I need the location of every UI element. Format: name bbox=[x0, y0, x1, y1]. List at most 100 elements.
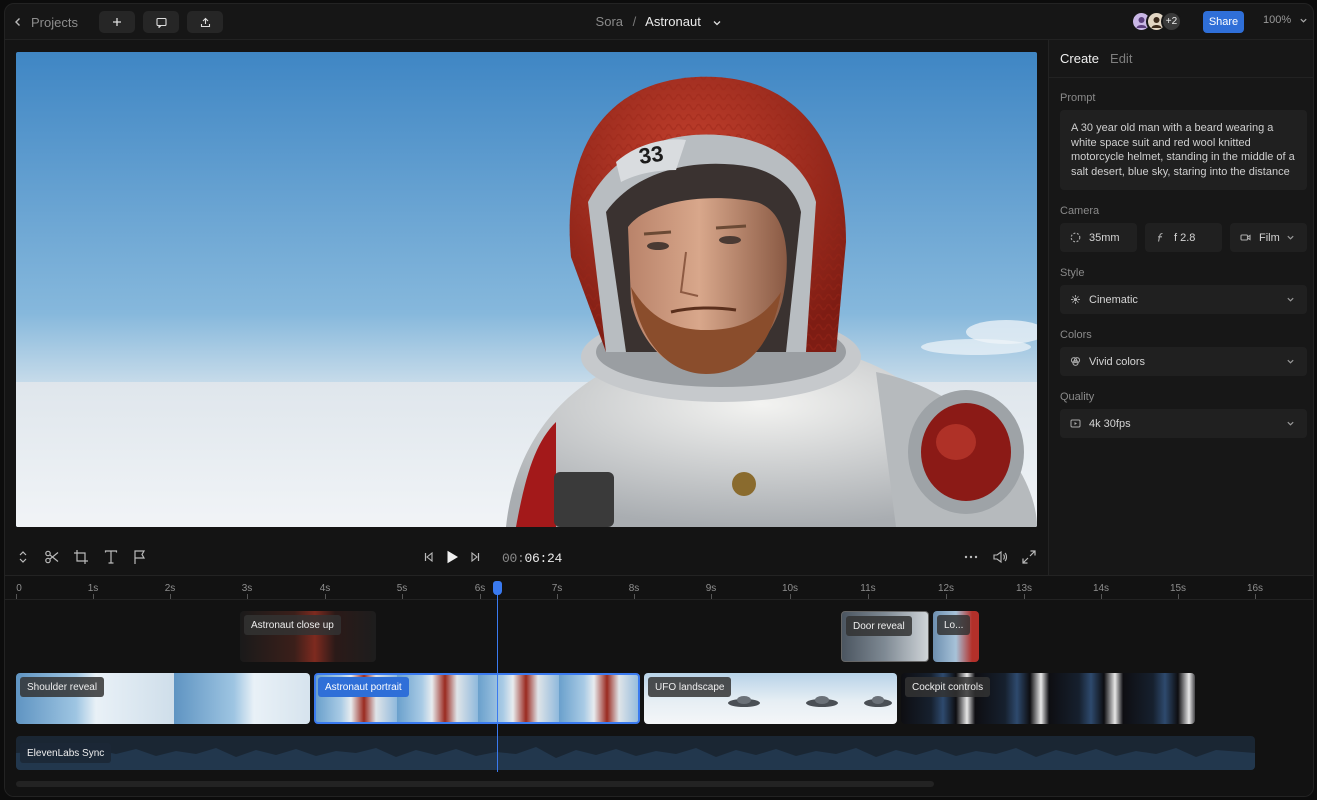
ruler-tick bbox=[790, 594, 791, 599]
add-button[interactable] bbox=[99, 11, 135, 33]
ruler-tick bbox=[16, 594, 17, 599]
clip-door-reveal[interactable]: Door reveal bbox=[841, 611, 929, 662]
ruler-label: 6s bbox=[474, 583, 486, 594]
clip-astronaut-close-up[interactable]: Astronaut close up bbox=[240, 611, 376, 662]
quality-value: 4k 30fps bbox=[1089, 417, 1131, 430]
crop-icon bbox=[74, 550, 88, 564]
quality-select[interactable]: 4k 30fps bbox=[1060, 409, 1307, 438]
colors-label: Colors bbox=[1060, 329, 1092, 341]
ruler-label: 0 bbox=[16, 583, 22, 594]
volume-button[interactable] bbox=[992, 549, 1008, 565]
clip-label: ElevenLabs Sync bbox=[20, 743, 112, 763]
ruler-label: 3s bbox=[241, 583, 253, 594]
clip-ufo-landscape[interactable]: UFO landscape bbox=[644, 673, 897, 724]
fullscreen-icon bbox=[1022, 550, 1036, 564]
comment-button[interactable] bbox=[143, 11, 179, 33]
ruler-tick bbox=[247, 594, 248, 599]
timeline: 0 1s 2s 3s 4s 5s 6s 7s 8s 9s 10s 11s 12s… bbox=[5, 575, 1313, 796]
text-button[interactable] bbox=[103, 549, 119, 565]
tab-create[interactable]: Create bbox=[1060, 51, 1099, 66]
skip-back-button[interactable] bbox=[421, 549, 437, 565]
ruler-tick bbox=[946, 594, 947, 599]
zoom-select[interactable]: 100% bbox=[1263, 14, 1308, 26]
quality-label: Quality bbox=[1060, 391, 1095, 403]
share-button[interactable]: Share bbox=[1203, 11, 1244, 33]
project-menu-chevron[interactable] bbox=[712, 18, 722, 28]
clip-cockpit-controls[interactable]: Cockpit controls bbox=[901, 673, 1195, 724]
ruler-label: 2s bbox=[164, 583, 176, 594]
scissors-icon bbox=[45, 550, 59, 564]
ruler-label: 16s bbox=[1246, 583, 1264, 594]
collaborator-avatars[interactable]: +2 bbox=[1131, 11, 1182, 33]
video-viewer: 33 bbox=[5, 40, 1048, 540]
ruler-tick bbox=[402, 594, 403, 599]
clip-lo[interactable]: Lo... bbox=[933, 611, 979, 662]
clip-shoulder-reveal[interactable]: Shoulder reveal bbox=[16, 673, 310, 724]
skip-forward-button[interactable] bbox=[467, 549, 483, 565]
chevron-down-icon bbox=[1300, 18, 1307, 23]
astronaut-frame-image: 33 bbox=[16, 52, 1037, 527]
style-select[interactable]: Cinematic bbox=[1060, 285, 1307, 314]
clip-label: Astronaut close up bbox=[244, 615, 341, 635]
clip-astronaut-portrait[interactable]: Astronaut portrait bbox=[314, 673, 640, 724]
playhead-handle[interactable] bbox=[493, 581, 502, 595]
timecode: 00:06:24 bbox=[502, 551, 562, 566]
colors-select[interactable]: Vivid colors bbox=[1060, 347, 1307, 376]
audio-clip-elevenlabs-sync[interactable]: ElevenLabs Sync bbox=[16, 736, 1255, 770]
upload-icon bbox=[200, 17, 210, 27]
marker-button[interactable] bbox=[132, 549, 148, 565]
audio-waveform-image bbox=[16, 747, 1255, 770]
top-bar: Projects Sora / Astronaut +2 Share 100% bbox=[5, 4, 1313, 40]
chevron-down-icon bbox=[1287, 359, 1294, 364]
app-window: Projects Sora / Astronaut +2 Share 100% … bbox=[4, 3, 1314, 797]
volume-icon bbox=[993, 550, 1008, 564]
more-horizontal-icon bbox=[964, 555, 978, 559]
fullscreen-button[interactable] bbox=[1021, 549, 1037, 565]
crop-button[interactable] bbox=[73, 549, 89, 565]
flag-icon bbox=[134, 550, 146, 564]
ruler-label: 13s bbox=[1015, 583, 1033, 594]
clip-label: Astronaut portrait bbox=[318, 677, 409, 697]
play-button[interactable] bbox=[444, 549, 460, 565]
format-select[interactable]: Film bbox=[1230, 223, 1307, 252]
timeline-scrollbar[interactable] bbox=[16, 781, 934, 787]
cut-button[interactable] bbox=[44, 549, 60, 565]
ruler-tick bbox=[711, 594, 712, 599]
prompt-textarea[interactable]: A 30 year old man with a beard wearing a… bbox=[1060, 110, 1307, 190]
tab-edit[interactable]: Edit bbox=[1110, 51, 1132, 66]
ruler-label: 1s bbox=[87, 583, 99, 594]
ruler-tick bbox=[93, 594, 94, 599]
aperture-dashed-icon bbox=[1070, 232, 1081, 243]
clip-label: Door reveal bbox=[846, 616, 912, 636]
video-preview[interactable]: 33 bbox=[16, 52, 1037, 527]
clip-label: Cockpit controls bbox=[905, 677, 991, 697]
plus-icon bbox=[113, 18, 121, 26]
sparkle-icon bbox=[1071, 295, 1080, 304]
expand-vertical-button[interactable] bbox=[15, 549, 31, 565]
back-to-projects[interactable]: Projects bbox=[13, 12, 78, 32]
ruler-tick bbox=[170, 594, 171, 599]
lens-value: 35mm bbox=[1089, 231, 1120, 244]
aperture-select[interactable]: f 2.8 bbox=[1145, 223, 1222, 252]
skip-back-icon bbox=[424, 551, 433, 563]
ruler-tick bbox=[480, 594, 481, 599]
playhead-line bbox=[497, 584, 498, 772]
f-stop-icon bbox=[1157, 232, 1163, 242]
ruler-label: 5s bbox=[396, 583, 408, 594]
properties-panel: Create Edit Prompt A 30 year old man wit… bbox=[1048, 40, 1313, 575]
lens-select[interactable]: 35mm bbox=[1060, 223, 1137, 252]
more-options-button[interactable] bbox=[963, 549, 979, 565]
clip-label: Lo... bbox=[937, 615, 971, 635]
export-button[interactable] bbox=[187, 11, 223, 33]
chevron-down-icon bbox=[1287, 421, 1294, 426]
svg-text:33: 33 bbox=[637, 141, 665, 169]
ruler-label: 9s bbox=[705, 583, 717, 594]
expand-vertical-icon bbox=[19, 551, 27, 563]
breadcrumb-separator: / bbox=[632, 14, 637, 29]
breadcrumb-parent[interactable]: Sora bbox=[596, 14, 623, 29]
time-ruler[interactable]: 0 1s 2s 3s 4s 5s 6s 7s 8s 9s 10s 11s 12s… bbox=[5, 576, 1313, 600]
avatar-overflow-count: +2 bbox=[1161, 11, 1182, 32]
format-value: Film bbox=[1259, 231, 1280, 244]
zoom-value: 100% bbox=[1263, 14, 1292, 26]
breadcrumb-current[interactable]: Astronaut bbox=[645, 14, 701, 29]
